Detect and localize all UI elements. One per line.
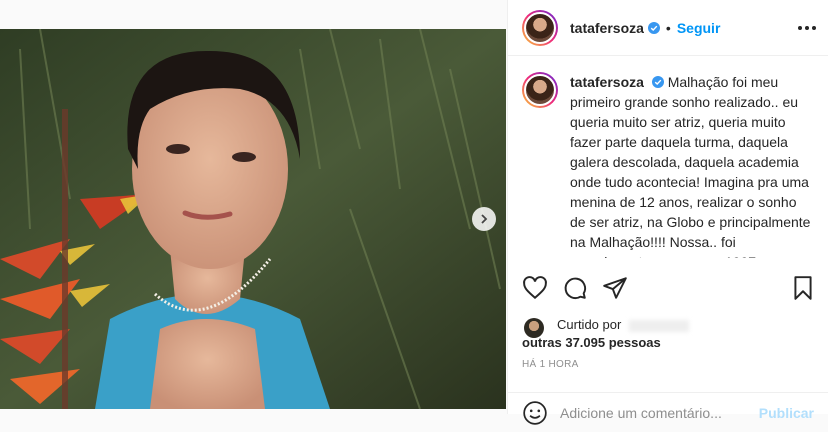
post-photo (0, 29, 506, 409)
chevron-right-icon (481, 214, 488, 224)
publish-button[interactable]: Publicar (759, 405, 814, 421)
verified-badge-icon (651, 76, 664, 88)
paper-plane-icon[interactable] (602, 275, 628, 301)
smiley-icon[interactable] (522, 400, 548, 426)
post-header: tatafersoza • Seguir (508, 0, 828, 56)
heart-icon[interactable] (522, 275, 548, 301)
caption-body: tatafersoza Malhação foi meu primeiro gr… (570, 72, 814, 258)
post-timestamp[interactable]: HÁ 1 HORA (522, 359, 579, 370)
liker-name-redacted (628, 319, 689, 332)
caption-text: Malhação foi meu primeiro grande sonho r… (570, 74, 811, 258)
post-media[interactable] (0, 29, 506, 409)
liked-by-prefix: Curtido por (557, 317, 622, 332)
post-actions (522, 273, 816, 303)
author-username[interactable]: tatafersoza (570, 20, 644, 36)
post-side-panel: tatafersoza • Seguir tatafersoza Malhaçã… (507, 0, 828, 425)
caption-avatar[interactable] (522, 72, 558, 108)
bookmark-icon[interactable] (790, 275, 816, 301)
follow-button[interactable]: Seguir (677, 20, 721, 36)
author-avatar[interactable] (522, 9, 558, 46)
instagram-post: tatafersoza • Seguir tatafersoza Malhaçã… (0, 0, 828, 425)
carousel-next-button[interactable] (472, 207, 496, 231)
likes-count[interactable]: outras 37.095 pessoas (522, 335, 661, 350)
comment-input[interactable] (560, 404, 759, 421)
more-options-icon[interactable] (798, 25, 816, 30)
likes-summary: Curtido por outras 37.095 pessoas (522, 316, 816, 352)
comment-icon[interactable] (562, 275, 588, 301)
separator-dot: • (665, 19, 671, 36)
verified-badge-icon (647, 21, 660, 34)
liker-avatar[interactable] (524, 318, 544, 338)
caption-username[interactable]: tatafersoza (570, 74, 644, 90)
comment-bar: Publicar (508, 392, 828, 432)
post-caption: tatafersoza Malhação foi meu primeiro gr… (508, 56, 828, 258)
